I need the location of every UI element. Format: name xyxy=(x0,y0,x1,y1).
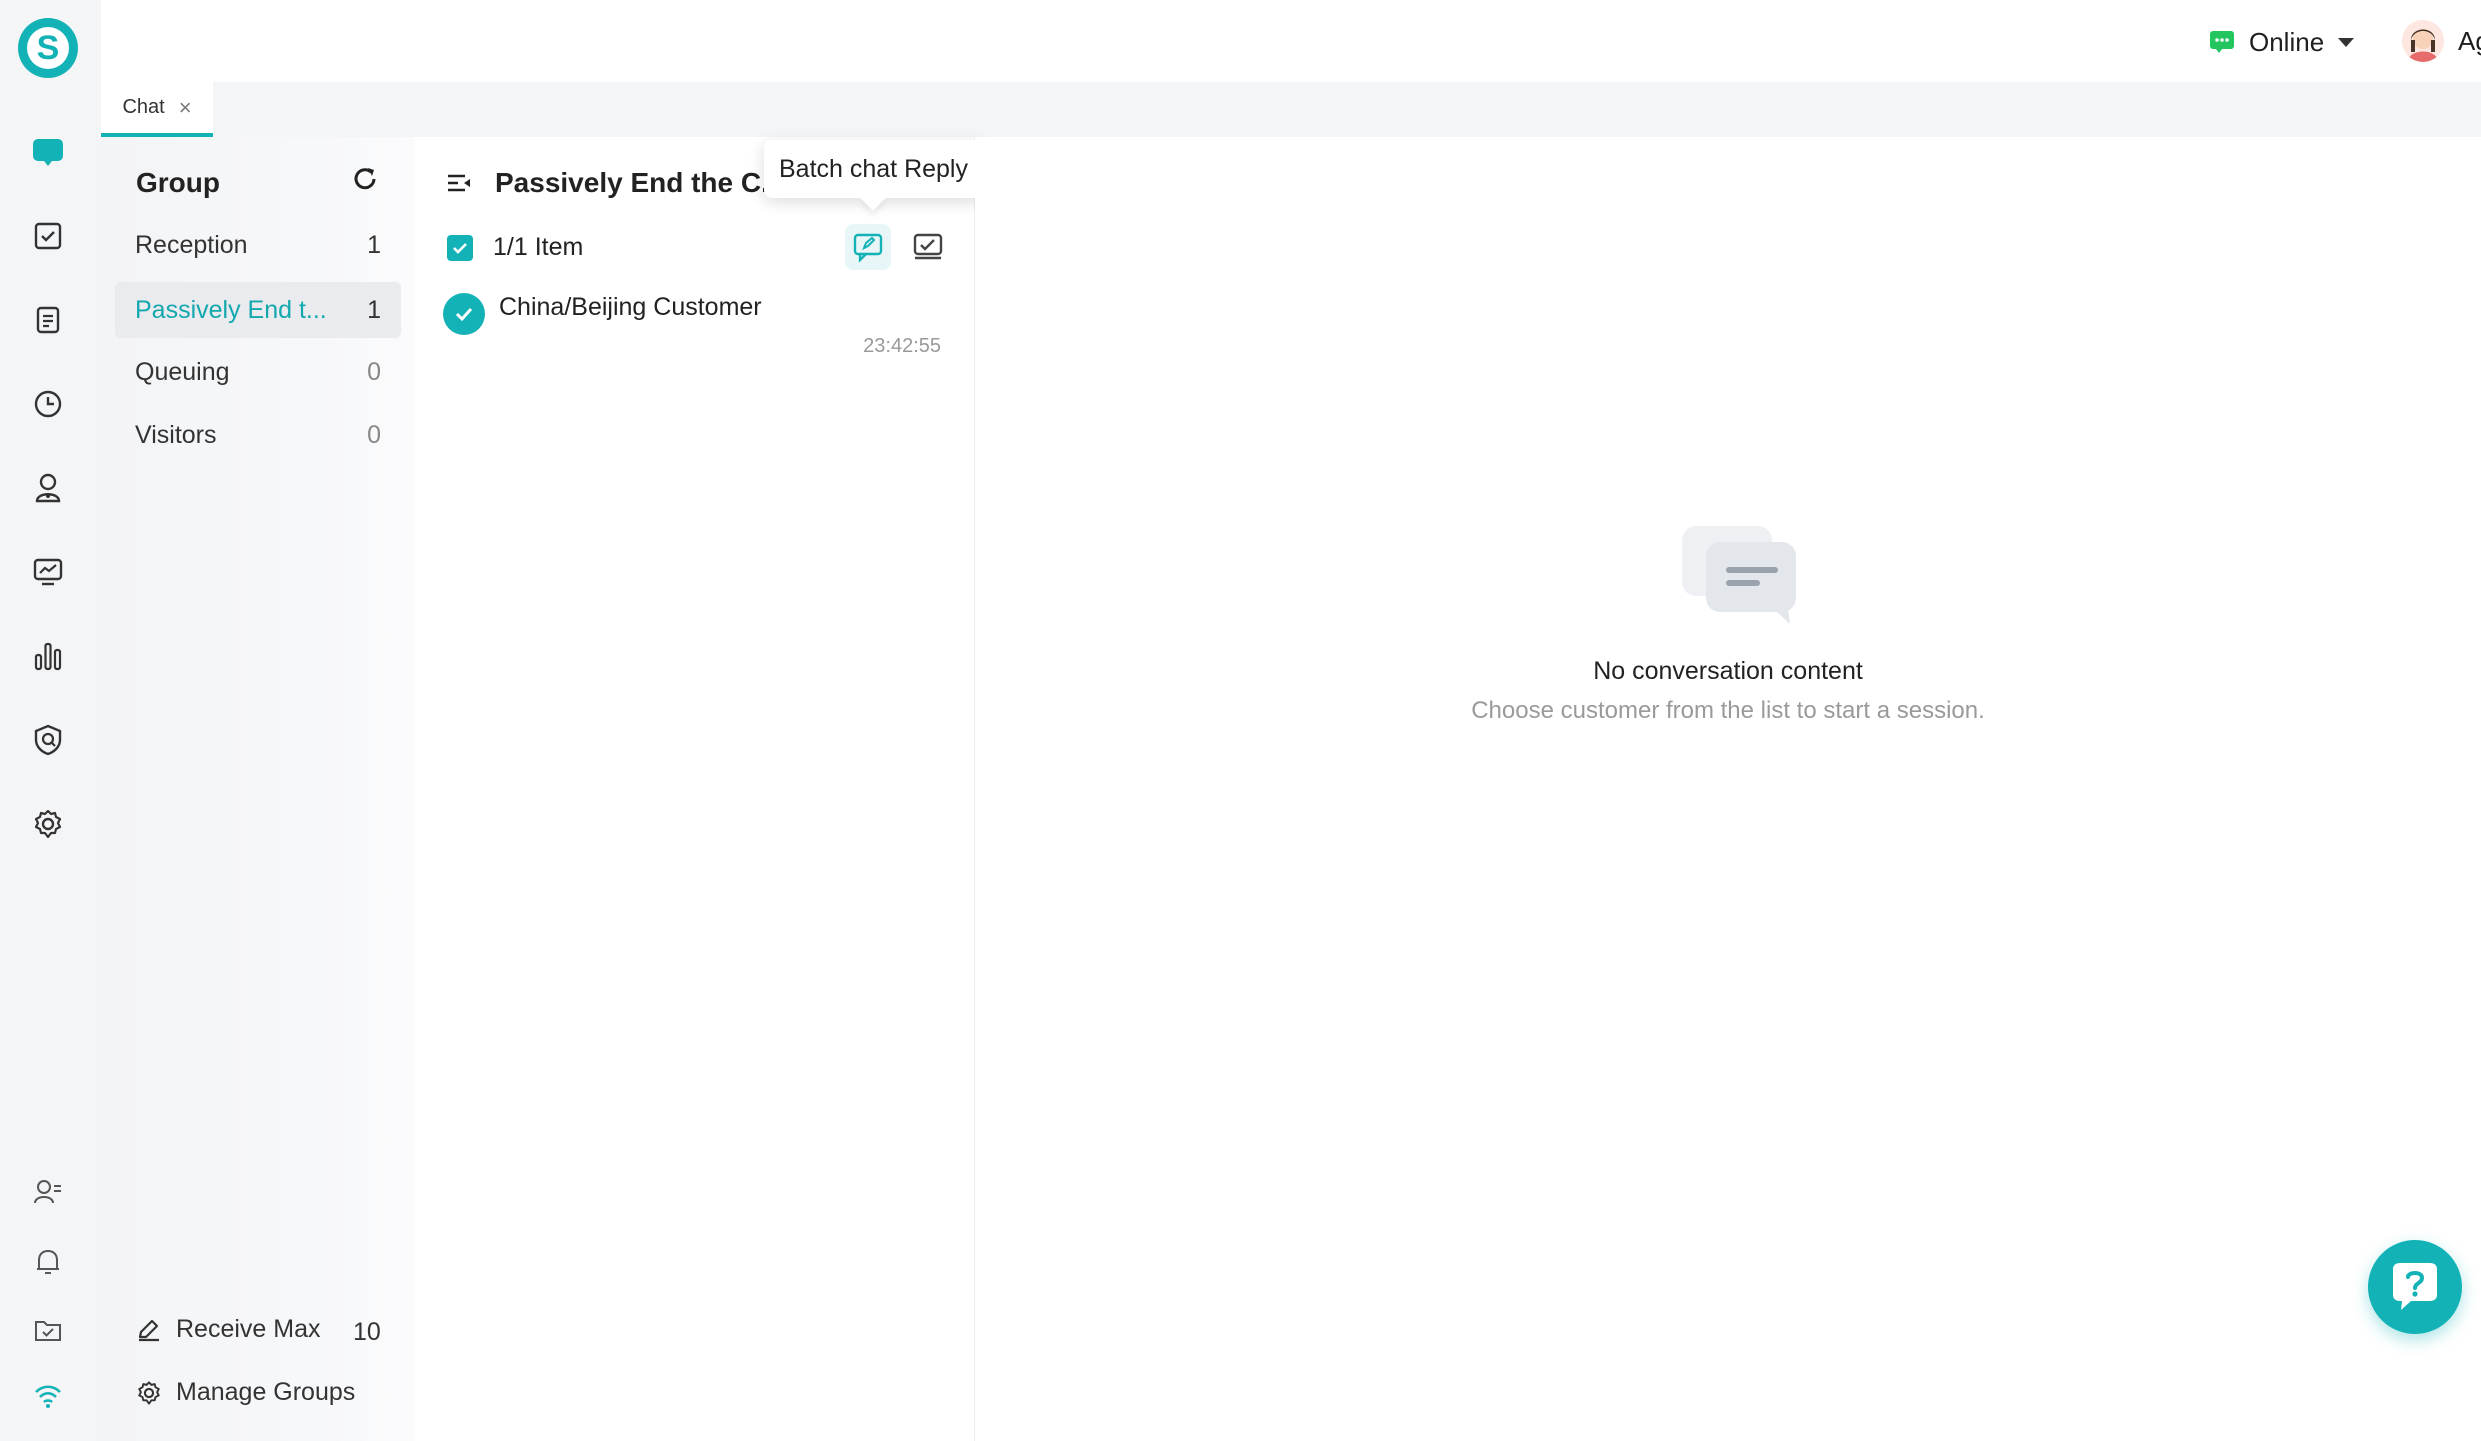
chevron-down-icon xyxy=(2338,37,2355,47)
chat-icon[interactable] xyxy=(26,130,70,174)
selection-count: 1/1 Item xyxy=(493,233,584,261)
security-icon[interactable] xyxy=(26,718,70,762)
group-item-passively-end[interactable]: Passively End t... 1 xyxy=(115,282,401,338)
chat-list-header: Passively End the C... xyxy=(445,167,784,199)
contact-icon[interactable] xyxy=(26,1170,70,1214)
chat-timestamp: 23:42:55 xyxy=(863,335,941,357)
group-item-label: Passively End t... xyxy=(135,295,327,324)
batch-reply-button[interactable] xyxy=(845,224,891,270)
folder-check-icon[interactable] xyxy=(26,1308,70,1352)
chat-list-panel: Passively End the C... 1/1 Item China/Be… xyxy=(415,137,975,1441)
left-rail: S xyxy=(0,0,101,1441)
group-item-label: Queuing xyxy=(135,357,230,386)
empty-chat-icon xyxy=(1680,522,1800,632)
tab-bar: Chat × xyxy=(101,82,2481,137)
online-status-icon xyxy=(2209,30,2235,54)
task-icon[interactable] xyxy=(26,214,70,258)
group-item-visitors[interactable]: Visitors 0 xyxy=(115,407,401,463)
settings-icon[interactable] xyxy=(26,802,70,846)
receive-max-value: 10 xyxy=(353,1318,381,1346)
group-item-reception[interactable]: Reception 1 xyxy=(115,217,401,273)
manage-groups-label: Manage Groups xyxy=(176,1378,356,1406)
group-panel: Group Reception 1 Passively End t... 1 Q… xyxy=(101,137,415,1441)
close-icon[interactable]: × xyxy=(179,95,192,121)
avatar xyxy=(2402,20,2444,62)
bell-icon[interactable] xyxy=(26,1240,70,1284)
select-all-checkbox[interactable] xyxy=(447,234,473,261)
status-label: Online xyxy=(2249,26,2325,57)
empty-subtitle: Choose customer from the list to start a… xyxy=(1471,697,1985,724)
conversation-pane: No conversation content Choose customer … xyxy=(975,137,2481,1441)
status-selector[interactable]: Online xyxy=(2209,22,2355,62)
batch-reply-tooltip: Batch chat Reply xyxy=(764,140,983,198)
document-icon[interactable] xyxy=(26,298,70,342)
customer-icon[interactable] xyxy=(26,466,70,510)
stats-icon[interactable] xyxy=(26,634,70,678)
group-item-queuing[interactable]: Queuing 0 xyxy=(115,344,401,400)
tab-label: Chat xyxy=(122,96,165,118)
group-item-label: Reception xyxy=(135,230,248,259)
wifi-icon xyxy=(26,1374,70,1418)
app-logo[interactable]: S xyxy=(18,18,78,78)
select-all-row[interactable]: 1/1 Item xyxy=(447,233,583,262)
group-title: Group xyxy=(136,167,220,198)
help-button[interactable] xyxy=(2368,1240,2462,1334)
receive-max-label: Receive Max xyxy=(176,1315,321,1343)
agent-menu[interactable]: Agent xyxy=(2402,16,2481,66)
group-item-count: 1 xyxy=(367,295,381,324)
chat-list-title: Passively End the C... xyxy=(495,167,785,198)
batch-end-button[interactable] xyxy=(905,224,951,270)
customer-name: China/Beijing Customer xyxy=(499,293,762,321)
receive-max-button[interactable]: Receive Max xyxy=(136,1315,321,1344)
empty-title: No conversation content xyxy=(1593,657,1863,685)
collapse-menu-icon[interactable] xyxy=(445,171,473,195)
logo-letter-s: S xyxy=(27,27,69,69)
top-bar: Online Agent xyxy=(101,0,2481,82)
gear-icon xyxy=(136,1380,162,1406)
list-item[interactable]: China/Beijing Customer 23:42:55 xyxy=(443,287,953,377)
refresh-icon[interactable] xyxy=(351,165,379,193)
agent-name: Agent xyxy=(2458,25,2481,56)
history-icon[interactable] xyxy=(26,382,70,426)
group-item-count: 0 xyxy=(367,357,381,386)
manage-groups-button[interactable]: Manage Groups xyxy=(136,1378,355,1407)
group-item-count: 0 xyxy=(367,420,381,449)
group-item-count: 1 xyxy=(367,230,381,259)
selected-check-icon[interactable] xyxy=(443,293,485,335)
monitor-icon[interactable] xyxy=(26,550,70,594)
edit-icon xyxy=(136,1317,162,1343)
tab-chat[interactable]: Chat × xyxy=(101,82,213,137)
group-item-label: Visitors xyxy=(135,420,217,449)
